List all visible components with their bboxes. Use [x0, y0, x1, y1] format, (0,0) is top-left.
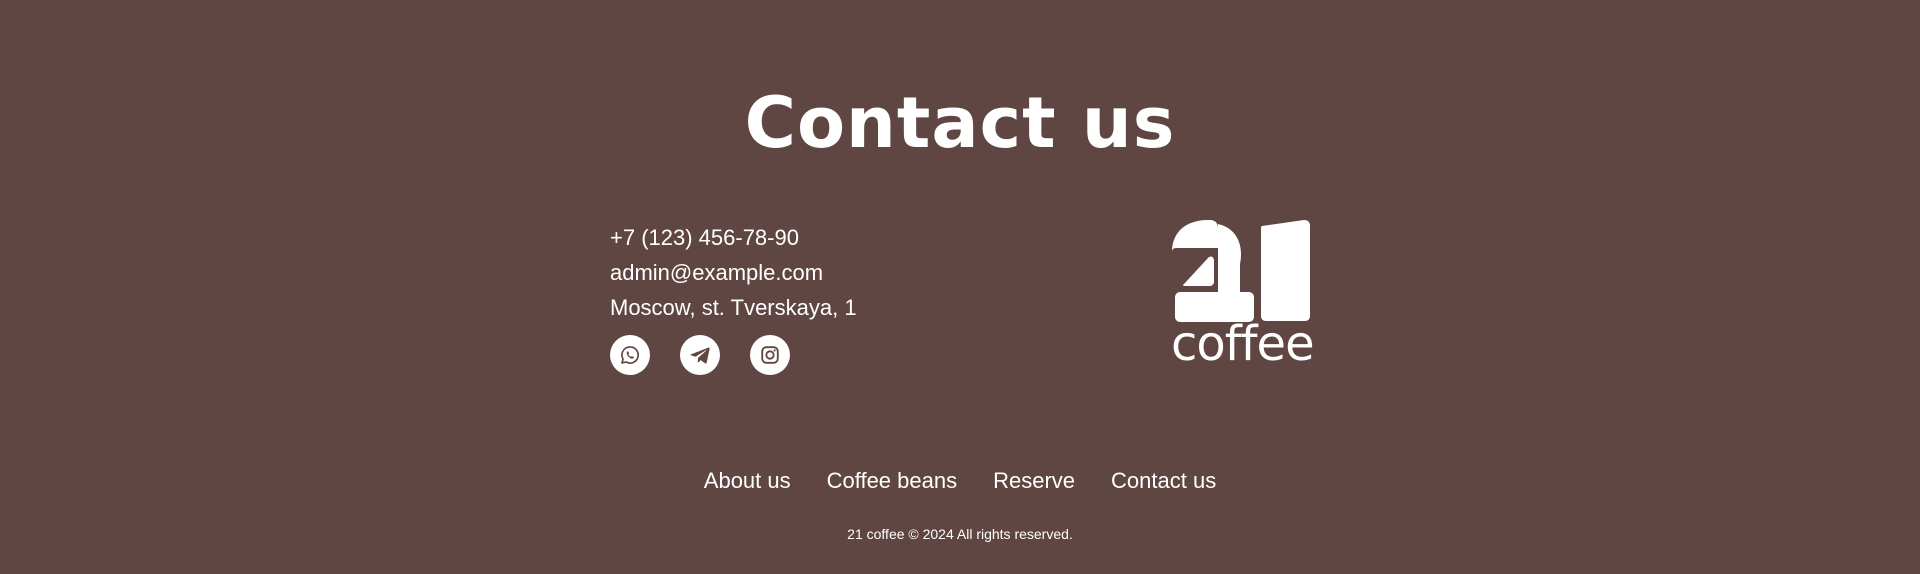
- email-link[interactable]: admin@example.com: [610, 255, 1010, 290]
- telegram-button[interactable]: [680, 335, 720, 375]
- logo-wordmark: coffee: [1171, 316, 1315, 372]
- footer-nav: About us Coffee beans Reserve Contact us: [0, 467, 1920, 495]
- nav-reserve[interactable]: Reserve: [993, 467, 1075, 495]
- phone-link[interactable]: +7 (123) 456-78-90: [610, 220, 1010, 255]
- telegram-icon: [690, 347, 710, 364]
- logo-21-mark: [1172, 220, 1310, 322]
- instagram-button[interactable]: [750, 335, 790, 375]
- nav-contact-us[interactable]: Contact us: [1111, 467, 1216, 495]
- whatsapp-icon: [621, 346, 639, 364]
- brand-logo[interactable]: coffee: [1170, 220, 1315, 380]
- whatsapp-button[interactable]: [610, 335, 650, 375]
- copyright-text: 21 coffee © 2024 All rights reserved.: [847, 526, 1073, 542]
- page-title: Contact us: [744, 82, 1176, 164]
- nav-coffee-beans[interactable]: Coffee beans: [827, 467, 957, 495]
- nav-about-us[interactable]: About us: [704, 467, 791, 495]
- address-text: Moscow, st. Tverskaya, 1: [610, 295, 857, 320]
- instagram-icon: [761, 346, 779, 364]
- social-links: [610, 335, 790, 375]
- contact-info: +7 (123) 456-78-90 admin@example.com Mos…: [610, 220, 1010, 325]
